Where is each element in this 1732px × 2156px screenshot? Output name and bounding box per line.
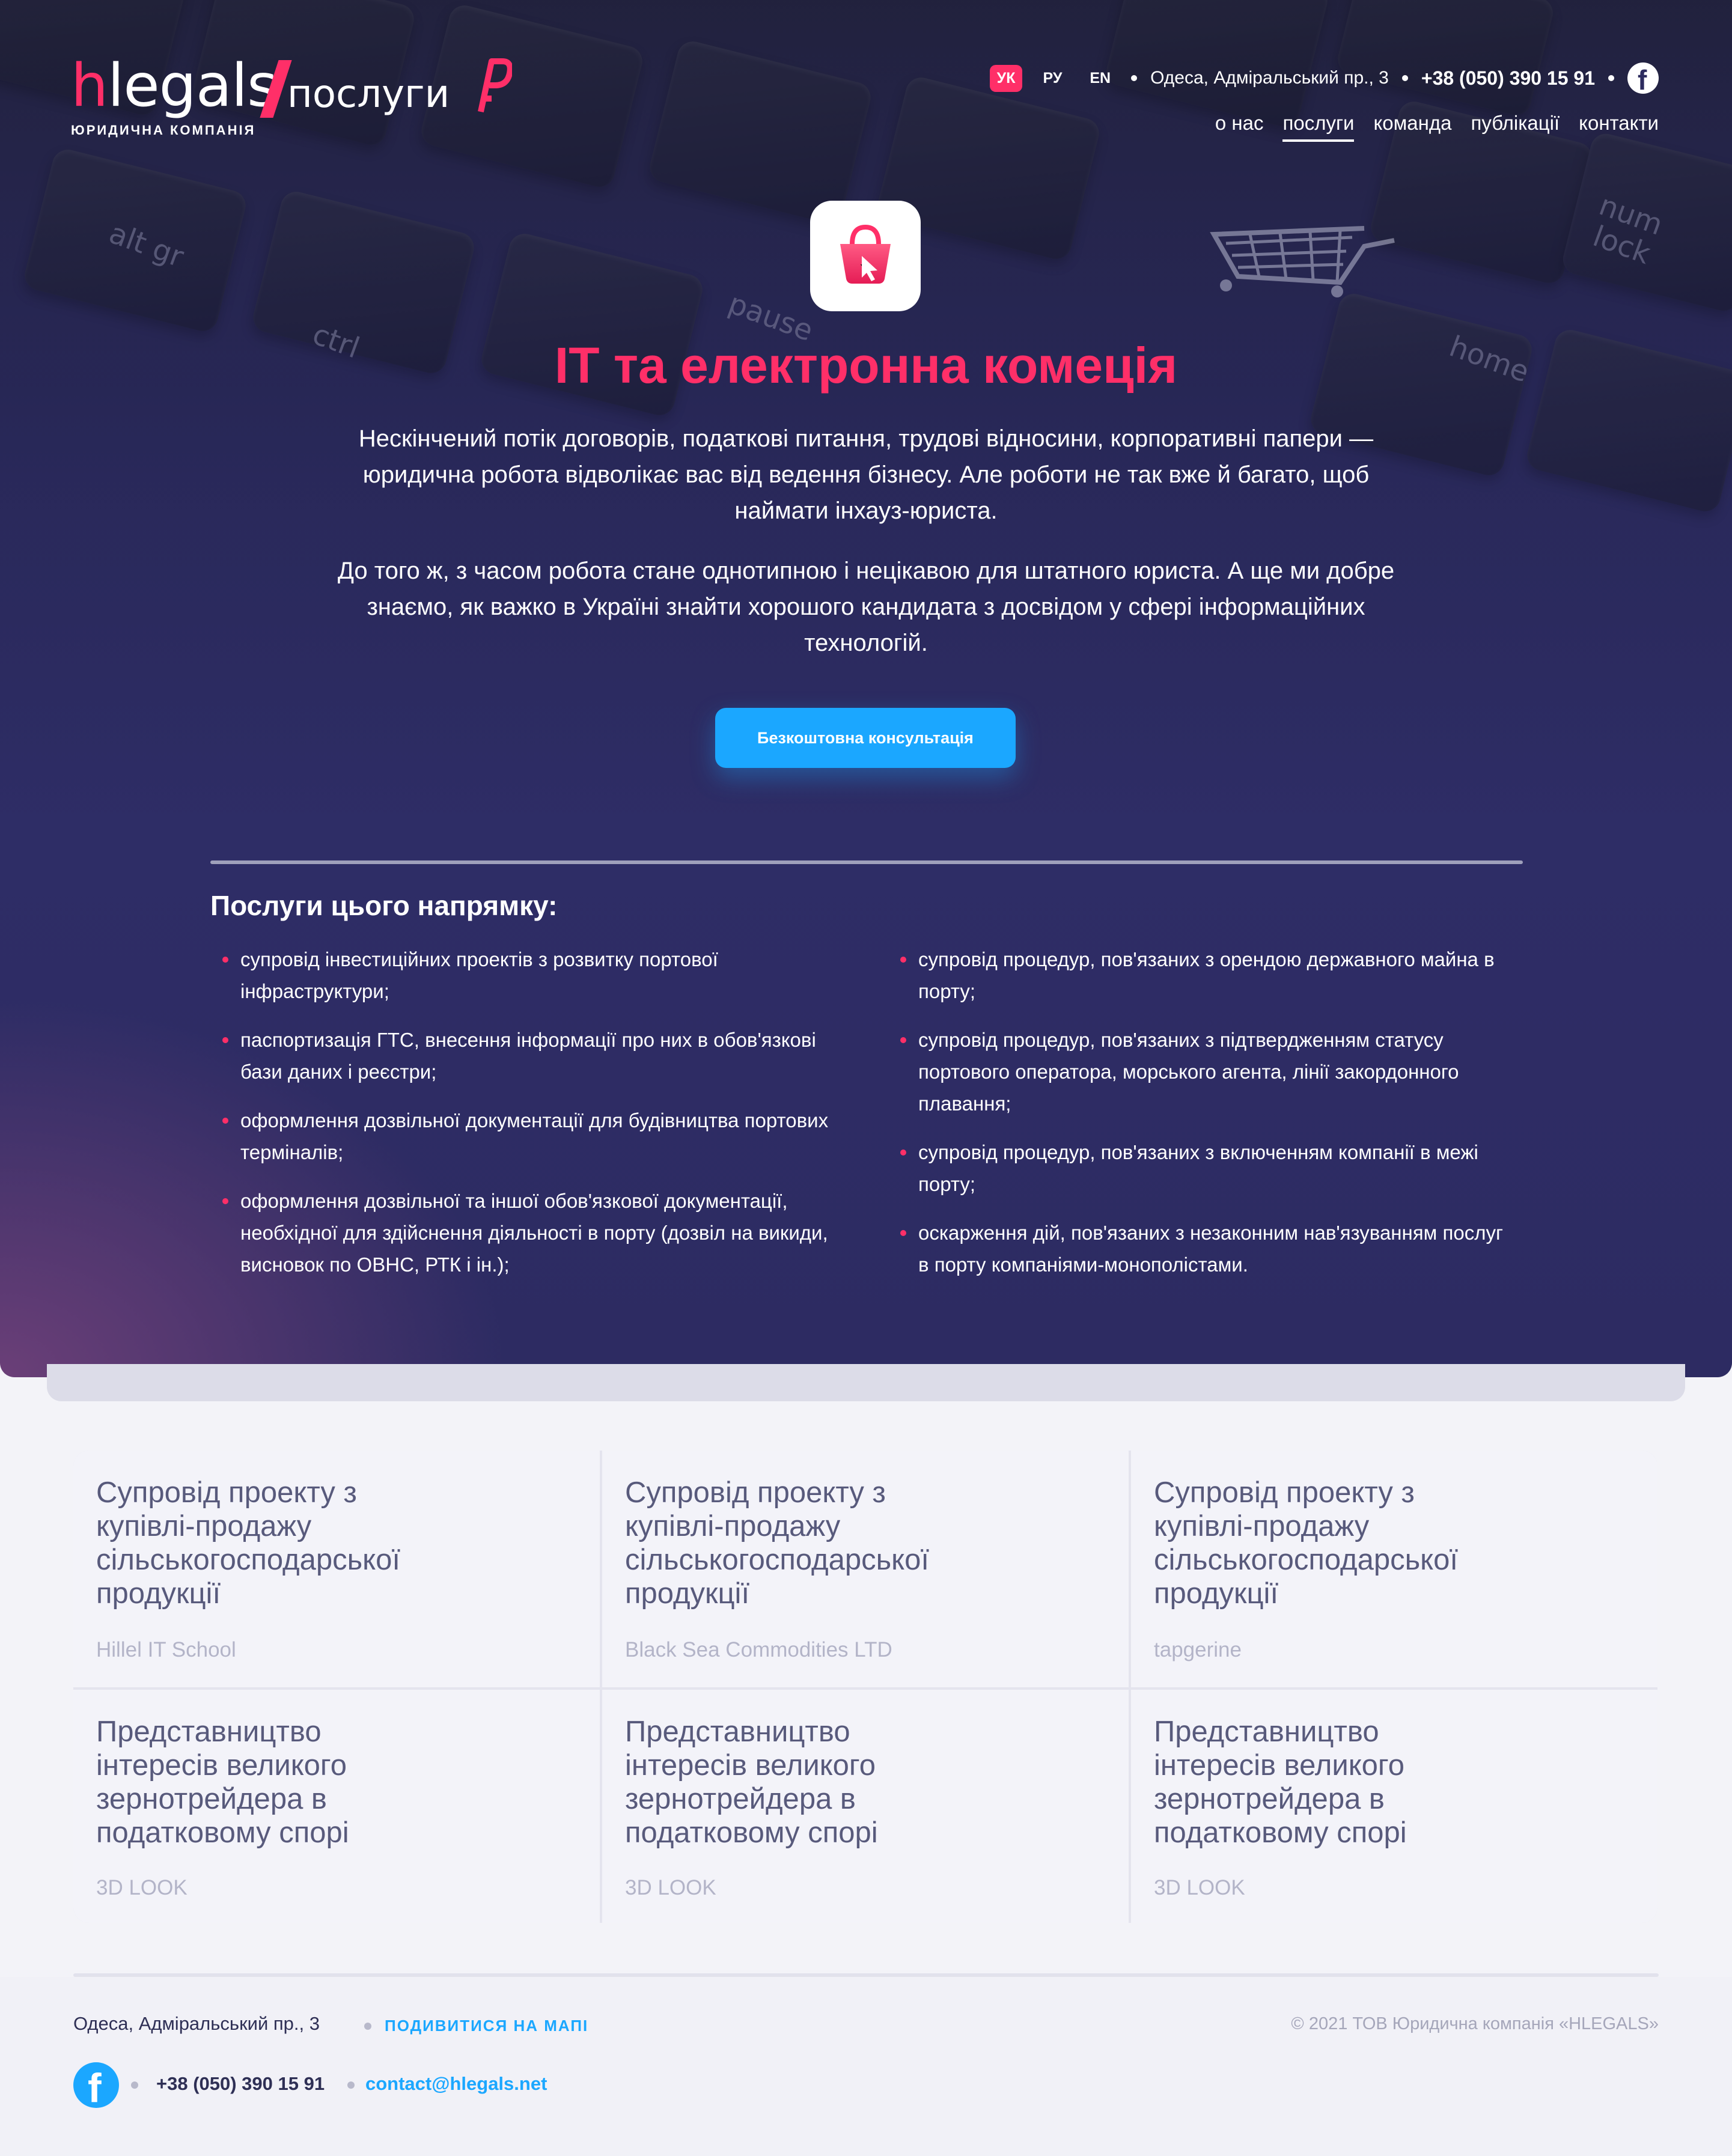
service-item: супровід інвестиційних проектів з розвит… bbox=[210, 943, 829, 1007]
services-list-left: супровід інвестиційних проектів з розвит… bbox=[210, 943, 829, 1297]
case-card[interactable]: Представництво інтересів великого зернот… bbox=[1131, 1690, 1657, 1923]
page-title: IT та електронна комеція bbox=[554, 337, 1178, 394]
service-item: оскарження дій, пов'язаних з незаконним … bbox=[888, 1217, 1507, 1281]
separator-dot bbox=[1131, 75, 1138, 81]
footer-divider bbox=[73, 1973, 1659, 1977]
services-list-right: супровід процедур, пов'язаних з орендою … bbox=[888, 943, 1507, 1297]
case-client: tapgerine bbox=[1154, 1638, 1242, 1661]
service-item: супровід процедур, пов'язаних з орендою … bbox=[888, 943, 1507, 1007]
main-nav: о нас послуги команда публікації контакт… bbox=[1215, 112, 1659, 142]
case-client: 3D LOOK bbox=[96, 1876, 188, 1899]
nav-item-services[interactable]: послуги bbox=[1282, 112, 1355, 142]
language-uk[interactable]: УК bbox=[989, 64, 1023, 92]
hero-bottom-shadow bbox=[47, 1364, 1685, 1401]
service-item: оформлення дозвільної документації для б… bbox=[210, 1104, 829, 1168]
service-icon-card bbox=[810, 201, 921, 311]
header-address: Одеса, Адміральський пр., 3 bbox=[1150, 68, 1389, 88]
separator-dot bbox=[364, 2023, 371, 2030]
intro-paragraph-2: До того ж, з часом робота стане однотипн… bbox=[337, 558, 1395, 656]
separator-dot bbox=[131, 2081, 138, 2089]
case-title: Супровід проекту з купівлі-продажу сільс… bbox=[96, 1476, 401, 1610]
logo-p-icon bbox=[478, 58, 512, 113]
logo-caption: ЮРИДИЧНА КОМПАНІЯ bbox=[71, 123, 256, 138]
case-card[interactable]: Супровід проекту з купівлі-продажу сільс… bbox=[1131, 1451, 1657, 1687]
header-contact-bar: УК РУ EN Одеса, Адміральський пр., 3 +38… bbox=[989, 62, 1659, 96]
case-title: Представництво інтересів великого зернот… bbox=[96, 1716, 349, 1849]
case-client: 3D LOOK bbox=[625, 1876, 716, 1899]
case-title: Супровід проекту з купівлі-продажу сільс… bbox=[1154, 1476, 1459, 1610]
nav-item-team[interactable]: команда bbox=[1373, 112, 1451, 142]
cases-grid: Супровід проекту з купівлі-продажу сільс… bbox=[73, 1451, 1657, 1923]
footer-phone[interactable]: +38 (050) 390 15 91 bbox=[156, 2073, 325, 2095]
service-item: супровід процедур, пов'язаних з підтверд… bbox=[888, 1024, 1507, 1119]
language-en[interactable]: EN bbox=[1082, 65, 1118, 92]
case-card[interactable]: Представництво інтересів великого зернот… bbox=[73, 1690, 600, 1923]
separator-dot bbox=[347, 2081, 355, 2089]
case-title: Супровід проекту з купівлі-продажу сільс… bbox=[625, 1476, 930, 1610]
case-card[interactable]: Представництво інтересів великого зернот… bbox=[602, 1690, 1129, 1923]
nav-item-about[interactable]: о нас bbox=[1215, 112, 1264, 142]
service-item: паспортизація ГТС, внесення інформації п… bbox=[210, 1024, 829, 1088]
service-item: оформлення дозвільної та іншої обов'язко… bbox=[210, 1185, 829, 1281]
facebook-icon[interactable] bbox=[1627, 62, 1659, 96]
logo-h: h bbox=[71, 52, 108, 120]
separator-dot bbox=[1401, 75, 1408, 81]
view-on-map-link[interactable]: ПОДИВИТИСЯ НА МАПІ bbox=[385, 2017, 588, 2035]
free-consultation-button[interactable]: Безкоштовна консультація bbox=[715, 708, 1016, 768]
case-client: 3D LOOK bbox=[1154, 1876, 1245, 1899]
case-title: Представництво інтересів великого зернот… bbox=[625, 1716, 878, 1849]
header-phone[interactable]: +38 (050) 390 15 91 bbox=[1421, 67, 1595, 90]
case-title: Представництво інтересів великого зернот… bbox=[1154, 1716, 1407, 1849]
logo-wordmark: legals bbox=[108, 52, 278, 120]
case-client: Hillel IT School bbox=[96, 1638, 236, 1661]
services-heading: Послуги цього напрямку: bbox=[210, 890, 558, 921]
footer bbox=[0, 1977, 1732, 2156]
case-card[interactable]: Супровід проекту з купівлі-продажу сільс… bbox=[602, 1451, 1129, 1687]
nav-item-contacts[interactable]: контакти bbox=[1579, 112, 1659, 142]
hero-section: alt gr ctrl pause home num lock hlegals … bbox=[0, 0, 1732, 1377]
company-logo[interactable]: hlegals послуги ЮРИДИЧНА КОМПАНІЯ bbox=[71, 56, 512, 138]
intro-paragraph-1: Нескінчений потік договорів, податкові п… bbox=[358, 425, 1374, 524]
language-ru[interactable]: РУ bbox=[1035, 65, 1069, 92]
case-card[interactable]: Супровід проекту з купівлі-продажу сільс… bbox=[73, 1451, 600, 1687]
separator-dot bbox=[1608, 75, 1614, 81]
shopping-cart-icon bbox=[1210, 226, 1395, 297]
case-client: Black Sea Commodities LTD bbox=[625, 1638, 892, 1661]
nav-item-publications[interactable]: публікації bbox=[1471, 112, 1560, 142]
footer-copyright: © 2021 ТОВ Юридична компанія «HLEGALS» bbox=[1291, 2014, 1659, 2033]
section-divider bbox=[210, 860, 1523, 864]
facebook-icon[interactable] bbox=[73, 2062, 119, 2112]
footer-email-link[interactable]: contact@hlegals.net bbox=[365, 2073, 547, 2095]
shopping-bag-click-icon bbox=[840, 224, 891, 284]
logo-section-name: послуги bbox=[287, 72, 450, 117]
service-item: супровід процедур, пов'язаних з включенн… bbox=[888, 1136, 1507, 1200]
footer-address: Одеса, Адміральський пр., 3 bbox=[73, 2013, 320, 2034]
